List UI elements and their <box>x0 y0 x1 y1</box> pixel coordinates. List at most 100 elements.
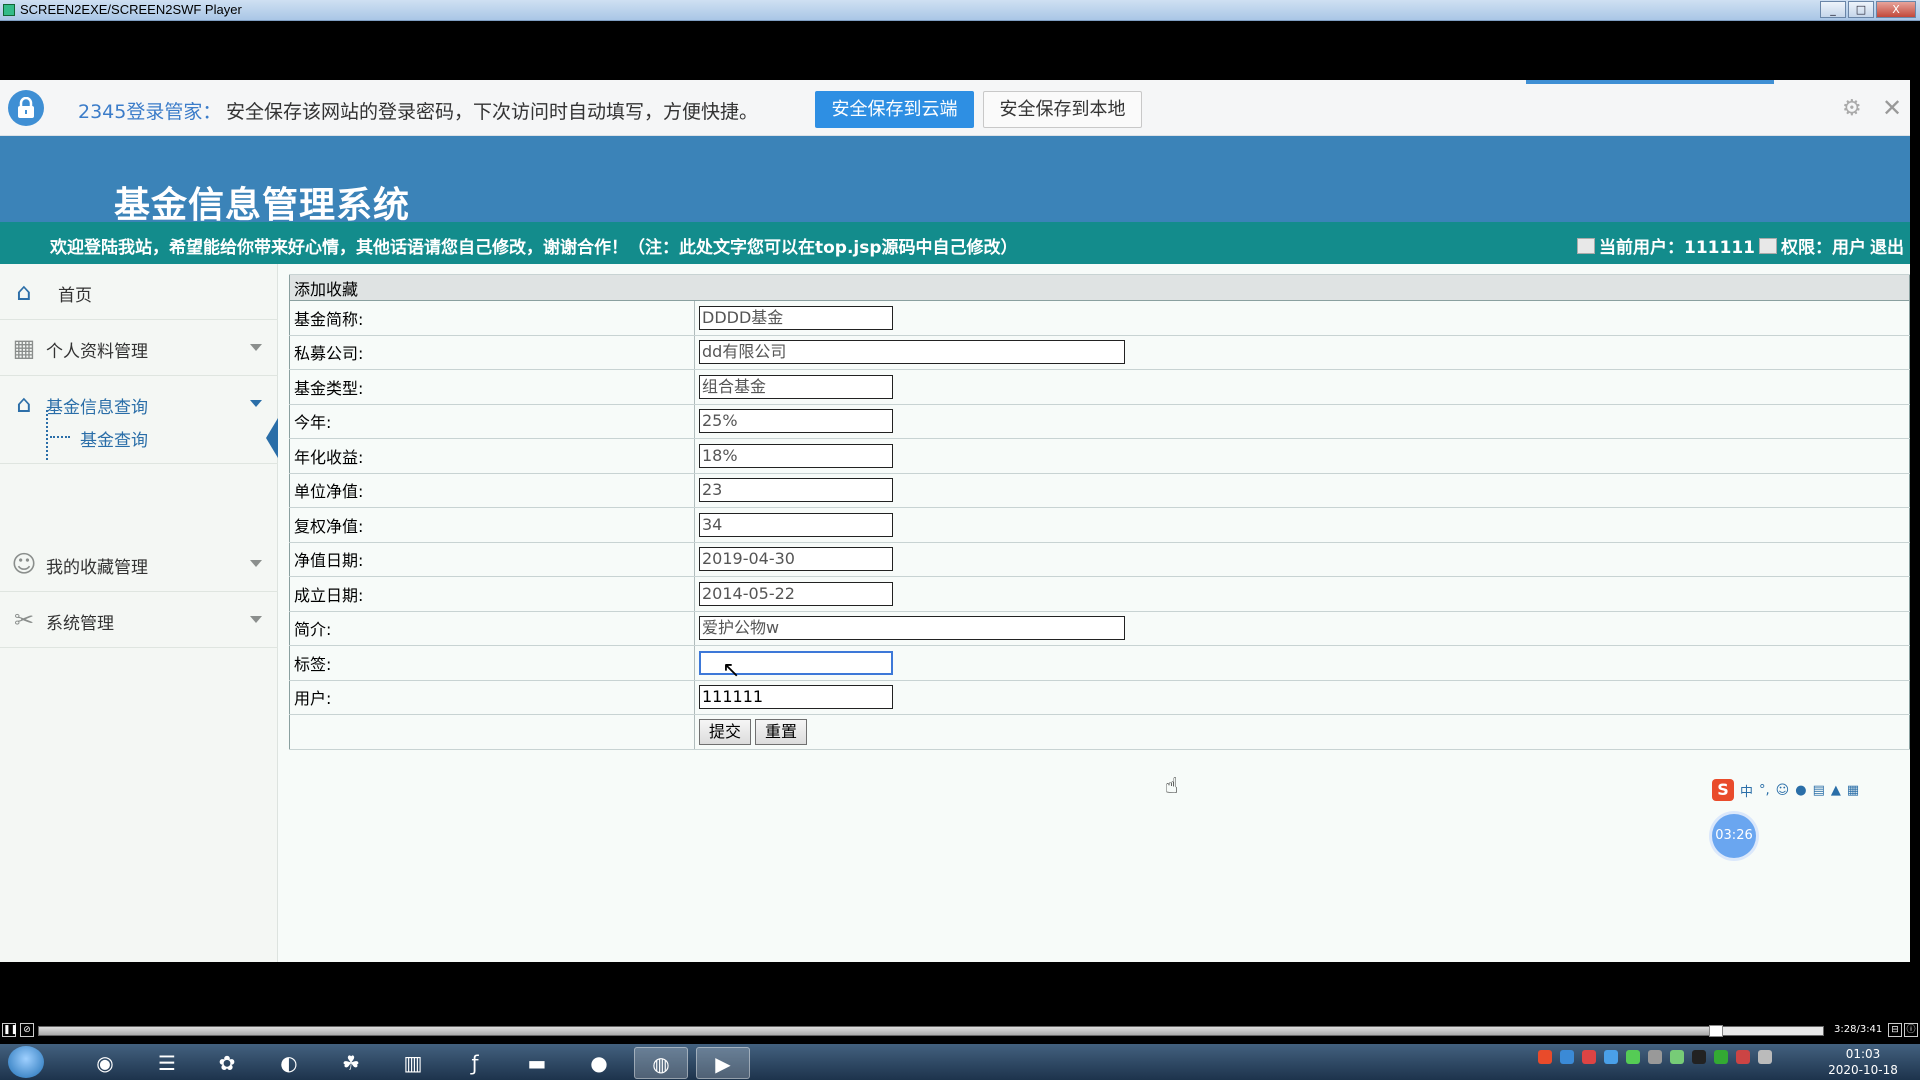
emoji-icon[interactable]: ☺ <box>1776 783 1790 798</box>
save-to-cloud-button[interactable]: 安全保存到云端 <box>815 91 974 128</box>
sidebar-item-home[interactable]: ⌂ 首页 <box>0 264 278 320</box>
nav-date-input[interactable]: 2019-04-30 <box>699 547 893 572</box>
field-label: 用户: <box>289 679 695 715</box>
user-input[interactable]: 111111 <box>699 685 893 710</box>
gear-icon[interactable]: ⚙ <box>1842 98 1864 120</box>
network-icon[interactable] <box>1670 1050 1684 1064</box>
user-icon <box>1577 237 1596 254</box>
this-year-input[interactable]: 25% <box>699 409 893 434</box>
stop-icon[interactable]: ⊘ <box>20 1023 34 1037</box>
logout-link[interactable]: 退出 <box>1870 233 1904 258</box>
flag-icon[interactable] <box>1758 1050 1772 1064</box>
form-row: 今年: 25% <box>289 403 1910 439</box>
close-window-button[interactable]: X <box>1876 1 1916 18</box>
info-icon[interactable]: ⓘ <box>1904 1023 1918 1037</box>
permission-label: 权限：用户 <box>1781 238 1866 258</box>
chevron-down-icon <box>250 400 262 407</box>
progress-track[interactable] <box>38 1025 1824 1037</box>
explorer-icon[interactable]: ▬ <box>510 1047 564 1079</box>
playback-time: 3:28/3:41 <box>1834 1024 1883 1035</box>
form-row: 基金简称: DDDD基金 <box>289 300 1910 336</box>
ime-mode[interactable]: 中 <box>1740 781 1753 800</box>
maximize-button[interactable]: □ <box>1848 1 1874 18</box>
sidebar-item-favorites[interactable]: ☺ 我的收藏管理 <box>0 536 278 592</box>
field-label: 成立日期: <box>289 576 695 612</box>
qq-icon[interactable]: ● <box>572 1047 626 1079</box>
app-icon[interactable]: ☘ <box>324 1047 378 1079</box>
clock-time: 01:03 <box>1845 1047 1881 1061</box>
arrow-cursor-icon: ↖ <box>722 658 741 683</box>
ime-punct[interactable]: °, <box>1759 783 1770 798</box>
notepad-icon[interactable]: ▥ <box>386 1047 440 1079</box>
company-input[interactable]: dd有限公司 <box>699 340 1125 365</box>
baidu-netdisk-icon[interactable]: ✿ <box>200 1047 254 1079</box>
ime-toolbar[interactable]: S 中 °, ☺ ● ▤ ▲ ▦ <box>1712 778 1859 802</box>
form-row: 单位净值: 23 <box>289 472 1910 508</box>
add-favorite-form: 添加收藏 基金简称: DDDD基金 私募公司: dd有限公司 基金类型: 组合基金 今… <box>289 274 1910 750</box>
player-app-icon <box>3 4 15 16</box>
field-label: 今年: <box>289 403 695 439</box>
chrome-icon[interactable]: ◉ <box>78 1047 132 1079</box>
grid-icon: ▦ <box>12 334 36 362</box>
minimize-button[interactable]: _ <box>1820 1 1846 18</box>
sidebar: ⌂ 首页 ▦ 个人资料管理 ⌂ 基金信息查询 基金查询 ☺ 我的收藏管理 ✂ 系… <box>0 264 278 962</box>
battery-icon[interactable] <box>1714 1050 1728 1064</box>
sidebar-item-system[interactable]: ✂ 系统管理 <box>0 592 278 648</box>
wechat-icon[interactable]: ◍ <box>634 1047 688 1079</box>
sogou-tray-icon[interactable] <box>1538 1050 1552 1064</box>
field-label: 单位净值: <box>289 472 695 508</box>
menu-icon[interactable]: ▦ <box>1847 783 1859 798</box>
skin-icon[interactable]: ▲ <box>1831 783 1841 798</box>
tray-icon[interactable] <box>1582 1050 1596 1064</box>
established-date-input[interactable]: 2014-05-22 <box>699 581 893 606</box>
chevron-down-icon <box>250 560 262 567</box>
start-button[interactable] <box>8 1046 44 1078</box>
chevron-down-icon <box>250 344 262 351</box>
field-label: 基金简称: <box>289 300 695 336</box>
chevron-down-icon <box>250 616 262 623</box>
volume-icon[interactable] <box>1736 1050 1750 1064</box>
sidebar-item-profile[interactable]: ▦ 个人资料管理 <box>0 320 278 376</box>
tree-line <box>46 410 48 460</box>
close-icon[interactable]: ✕ <box>1882 96 1902 120</box>
fund-type-input[interactable]: 组合基金 <box>699 374 893 399</box>
welcome-bar: 欢迎登陆我站，希望能给你带来好心情，其他话语请您自己修改，谢谢合作！（注：此处文… <box>0 222 1910 264</box>
flash-icon[interactable]: ƒ <box>448 1047 502 1079</box>
window-title: SCREEN2EXE/SCREEN2SWF Player <box>20 2 242 17</box>
fullscreen-icon[interactable]: ⊟ <box>1888 1023 1902 1037</box>
form-row: 成立日期: 2014-05-22 <box>289 576 1910 612</box>
pause-icon[interactable]: ❚❚ <box>2 1023 18 1037</box>
tools-icon: ✂ <box>13 606 35 634</box>
reset-button[interactable]: 重置 <box>755 718 808 745</box>
submit-button[interactable]: 提交 <box>699 718 752 745</box>
timer-bubble[interactable]: 03:26 <box>1712 814 1756 858</box>
site-header: 基金信息管理系统 <box>0 136 1910 226</box>
sidebar-subitem-fund-search[interactable]: 基金查询 <box>0 408 278 464</box>
home-icon: ⌂ <box>16 278 32 306</box>
save-to-local-button[interactable]: 安全保存到本地 <box>983 91 1142 128</box>
site-title: 基金信息管理系统 <box>114 185 411 226</box>
wechat-tray-icon[interactable] <box>1626 1050 1640 1064</box>
browser-icon[interactable]: ◐ <box>262 1047 316 1079</box>
player-titlebar: SCREEN2EXE/SCREEN2SWF Player _ □ X <box>0 0 1920 21</box>
arrow-tray-icon[interactable] <box>1648 1050 1662 1064</box>
qq-tray-icon[interactable] <box>1692 1050 1706 1064</box>
intro-input[interactable]: 爱护公物w <box>699 616 1125 641</box>
unit-nav-input[interactable]: 23 <box>699 478 893 503</box>
field-label: 净值日期: <box>289 541 695 577</box>
annual-return-input[interactable]: 18% <box>699 443 893 468</box>
keyboard-icon[interactable]: ▤ <box>1813 783 1825 798</box>
tray-icon[interactable] <box>1560 1050 1574 1064</box>
progress-thumb[interactable] <box>1708 1025 1723 1037</box>
empty-cell <box>289 714 695 750</box>
clock[interactable]: 01:03 2020-10-18 <box>1818 1046 1908 1078</box>
fund-name-input[interactable]: DDDD基金 <box>699 305 893 330</box>
adjusted-nav-input[interactable]: 34 <box>699 512 893 537</box>
eclipse-icon[interactable]: ☰ <box>140 1047 194 1079</box>
form-row: 简介: 爱护公物w <box>289 610 1910 646</box>
form-row: 私募公司: dd有限公司 <box>289 334 1910 370</box>
player-icon[interactable]: ▶ <box>696 1047 750 1079</box>
shield-icon[interactable] <box>1604 1050 1618 1064</box>
form-row: 标签: <box>289 645 1910 681</box>
mic-icon[interactable]: ● <box>1795 783 1806 798</box>
